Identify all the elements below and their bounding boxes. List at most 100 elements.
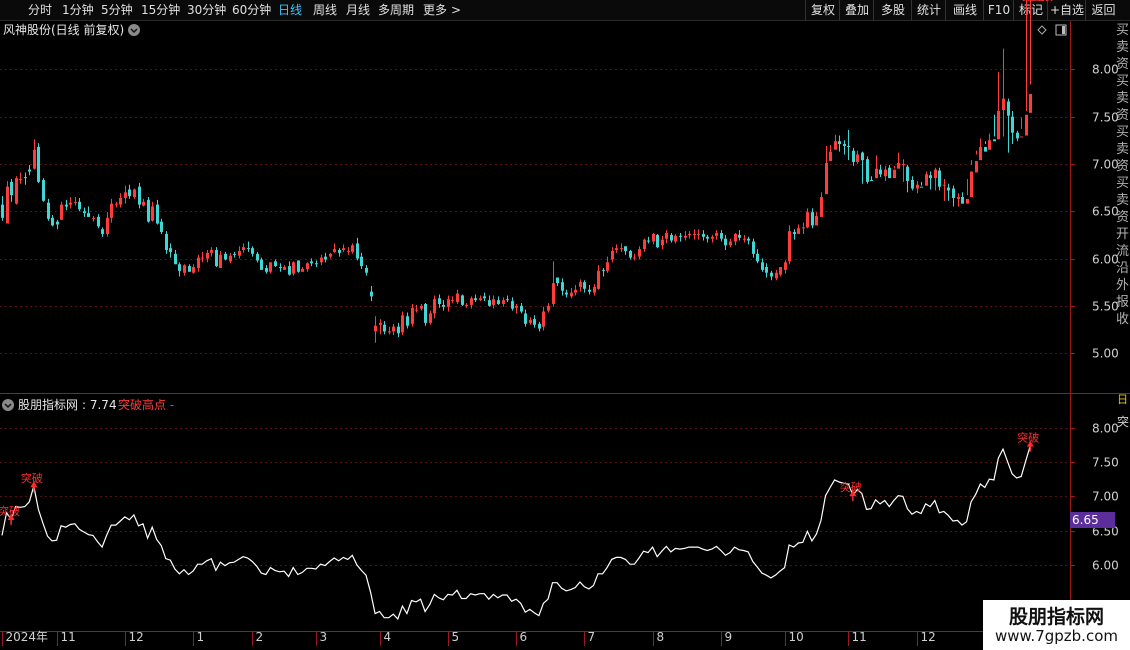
candle-body [756, 253, 759, 262]
candle-body [1011, 116, 1014, 133]
candle-body [379, 322, 382, 325]
candle-body [938, 170, 941, 187]
indicator-y-tick-label: 7.00 [1092, 490, 1119, 504]
candle-body [624, 246, 627, 251]
candle-body [297, 260, 300, 272]
candle-body [838, 141, 841, 145]
current-value-text: 6.65 [1072, 513, 1099, 527]
candle-body [775, 272, 778, 279]
candle-body [301, 268, 304, 272]
candle-body [656, 234, 659, 248]
candle-body [961, 197, 964, 204]
right-strip-char: 买 [1115, 23, 1129, 38]
candle-body [906, 166, 909, 181]
right-strip-char: 买 [1115, 125, 1129, 140]
candle-body [561, 282, 564, 291]
candle-body [351, 245, 354, 252]
candle-body [866, 159, 869, 182]
candle-body [310, 261, 313, 264]
candle-body [629, 250, 632, 258]
candle-body [420, 305, 423, 309]
candle-body [488, 300, 491, 306]
indicator-y-tick-label: 6.00 [1092, 559, 1119, 573]
candle-body [229, 255, 232, 262]
candle-body [893, 169, 896, 179]
watermark-logo: 股朋指标网 www.7gpzb.com [983, 600, 1130, 650]
candle-body [10, 181, 13, 196]
candle-body [269, 262, 272, 272]
candle-body [215, 250, 218, 267]
candle-body [911, 180, 914, 189]
stock-chart: 8.007.507.006.506.005.505.008.007.507.00… [0, 0, 1130, 646]
indicator-title: 股朋指标网 [18, 397, 78, 412]
candle-body [788, 231, 791, 262]
candle-body [997, 110, 1000, 140]
candle-body [920, 186, 923, 188]
candle-body [825, 162, 828, 195]
candle-body [33, 149, 36, 169]
x-axis-label: 1 [197, 630, 205, 644]
right-strip-char: 资 [1115, 159, 1129, 174]
candle-body [101, 229, 104, 234]
candle-body [411, 307, 414, 324]
candle-body [984, 146, 987, 152]
break-label: 突破 [1031, 0, 1053, 3]
watermark-url: www.7gpzb.com [995, 627, 1118, 645]
candle-body [210, 250, 213, 253]
candle-body [870, 180, 873, 182]
candle-body [392, 326, 395, 332]
candle-body [529, 320, 532, 323]
indicator-top-label: 日 [1117, 393, 1128, 406]
candle-body [219, 254, 222, 268]
candle-body [738, 234, 741, 238]
right-strip-char: 资 [1115, 57, 1129, 72]
candle-body [56, 221, 59, 225]
candle-body [902, 163, 905, 165]
x-axis-label: 2024年 [6, 630, 49, 644]
candle-body [110, 203, 113, 218]
candle-body [706, 236, 709, 239]
candle-body [156, 204, 159, 224]
candle-body [652, 233, 655, 242]
candle-body [879, 169, 882, 175]
candle-body [183, 265, 186, 273]
candle-body [192, 267, 195, 273]
chevron-down-icon[interactable] [128, 24, 140, 36]
candle-body [565, 292, 568, 295]
candle-body [265, 268, 268, 272]
candle-body [715, 232, 718, 236]
candle-body [784, 262, 787, 270]
right-strip-char: 资 [1115, 210, 1129, 225]
candle-body [520, 305, 523, 312]
candle-body [670, 234, 673, 241]
diamond-icon[interactable] [1037, 25, 1047, 35]
right-strip-char: 卖 [1115, 193, 1129, 208]
candle-body [743, 238, 746, 240]
window-icon-fill [1062, 26, 1065, 34]
candle-body [734, 233, 737, 242]
candle-body [524, 313, 527, 324]
candle-body [684, 235, 687, 238]
x-axis-label: 2 [256, 630, 264, 644]
candle-body [720, 232, 723, 239]
candle-body [934, 169, 937, 179]
indicator-y-tick-label: 8.00 [1092, 422, 1119, 436]
candle-body [729, 241, 732, 246]
candle-body [579, 282, 582, 287]
candle-body [952, 188, 955, 198]
candle-body [347, 250, 350, 252]
candle-body [479, 298, 482, 301]
x-axis-label: 4 [384, 630, 392, 644]
candle-body [697, 233, 700, 235]
x-axis-label: 7 [588, 630, 596, 644]
candle-body [970, 171, 973, 198]
candle-body [856, 154, 859, 163]
candle-body [188, 266, 191, 272]
candle-body [24, 177, 27, 179]
candle-body [115, 203, 118, 205]
candle-body [424, 303, 427, 323]
indicator-chevron-icon[interactable] [2, 399, 14, 411]
candle-body [770, 272, 773, 277]
candle-body [401, 315, 404, 333]
candle-body [365, 268, 368, 273]
